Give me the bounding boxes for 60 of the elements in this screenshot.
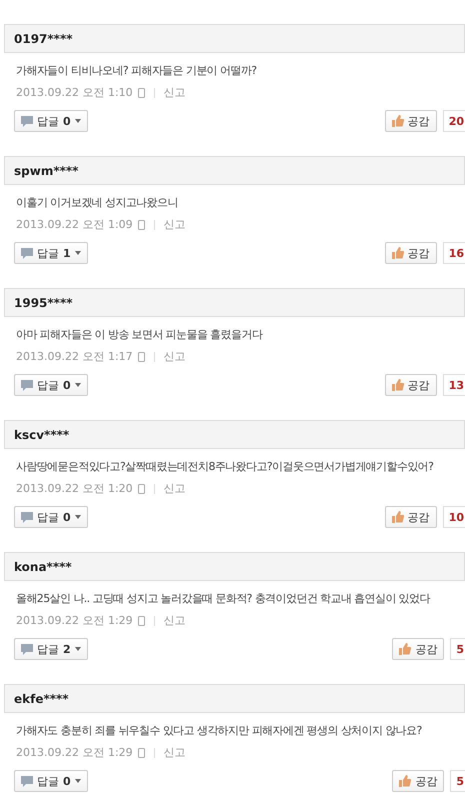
comment-text: 아마 피해자들은 이 방송 보면서 피눈물을 흘렸을거다 — [16, 327, 264, 342]
reply-button[interactable]: 답글 1 — [14, 242, 88, 264]
phone-icon — [138, 748, 145, 758]
phone-icon — [138, 352, 145, 362]
like-button[interactable]: 공감 — [384, 374, 437, 396]
reply-button[interactable]: 답글 0 — [14, 374, 88, 396]
comment-text: 올해25살인 나.. 고딩때 성지고 놀러갔을때 문화적? 충격이었던건 학교내 흡연실이 있었다 — [16, 591, 432, 606]
like-count: 20 — [442, 110, 465, 132]
comment-date: 2013.09.22 오전 1:10 — [16, 85, 133, 100]
speech-bubble-icon — [21, 644, 33, 654]
thumbs-up-icon — [399, 643, 412, 655]
like-button[interactable]: 공감 — [384, 506, 437, 528]
phone-icon — [138, 616, 145, 626]
speech-bubble-icon — [21, 512, 33, 522]
comment-text: 사람땅에묻은적있다고?살짝때렸는데전치8주나왔다고?이걸웃으면서가볍게얘기할수있어? — [16, 459, 434, 474]
speech-bubble-icon — [21, 776, 33, 786]
speech-bubble-icon — [21, 116, 33, 126]
comment-text: 이훌기 이거보겠네 성지고나왔으니 — [16, 195, 179, 210]
caret-icon — [74, 779, 81, 783]
like-button[interactable]: 공감 — [392, 638, 444, 660]
comment-date: 2013.09.22 오전 1:20 — [16, 481, 133, 496]
like-count: 16 — [442, 242, 465, 264]
thumbs-up-icon — [392, 115, 404, 127]
phone-icon — [138, 484, 145, 494]
comment-date: 2013.09.22 오전 1:29 — [16, 613, 133, 628]
thumbs-up-icon — [392, 511, 404, 523]
comment-date: 2013.09.22 오전 1:09 — [16, 217, 133, 232]
comment-date: 2013.09.22 오전 1:29 — [16, 745, 133, 760]
username: 1995**** — [14, 296, 72, 310]
comment-date: 2013.09.22 오전 1:17 — [16, 349, 133, 364]
like-button[interactable]: 공감 — [384, 242, 437, 264]
comment-text: 가해자도 충분히 죄를 뉘우칠수 있다고 생각하지만 피해자에겐 평생의 상처이지 않나요? — [16, 723, 423, 738]
username: spwm**** — [14, 164, 78, 178]
caret-icon — [74, 383, 81, 387]
like-count: 13 — [442, 374, 465, 396]
thumbs-up-icon — [392, 247, 404, 259]
phone-icon — [138, 88, 145, 98]
username: kona**** — [14, 560, 72, 574]
caret-icon — [74, 251, 81, 255]
username: ekfe**** — [14, 692, 69, 706]
caret-icon — [74, 515, 81, 519]
reply-button[interactable]: 답글 0 — [14, 110, 88, 132]
caret-icon — [74, 119, 81, 123]
like-count: 5 — [450, 770, 465, 792]
phone-icon — [138, 220, 145, 230]
thumbs-up-icon — [399, 775, 412, 787]
like-button[interactable]: 공감 — [392, 770, 444, 792]
username: kscv**** — [14, 428, 70, 442]
reply-button[interactable]: 답글 0 — [14, 770, 88, 792]
speech-bubble-icon — [21, 248, 33, 258]
reply-button[interactable]: 답글 2 — [14, 638, 88, 660]
thumbs-up-icon — [392, 379, 404, 391]
username: 0197**** — [14, 32, 72, 46]
like-count: 5 — [450, 638, 465, 660]
reply-button[interactable]: 답글 0 — [14, 506, 88, 528]
comment-text: 가해자들이 티비나오네? 피해자들은 기분이 어떨까? — [16, 63, 258, 78]
speech-bubble-icon — [21, 380, 33, 390]
caret-icon — [74, 647, 81, 651]
like-count: 10 — [442, 506, 465, 528]
like-button[interactable]: 공감 — [384, 110, 437, 132]
